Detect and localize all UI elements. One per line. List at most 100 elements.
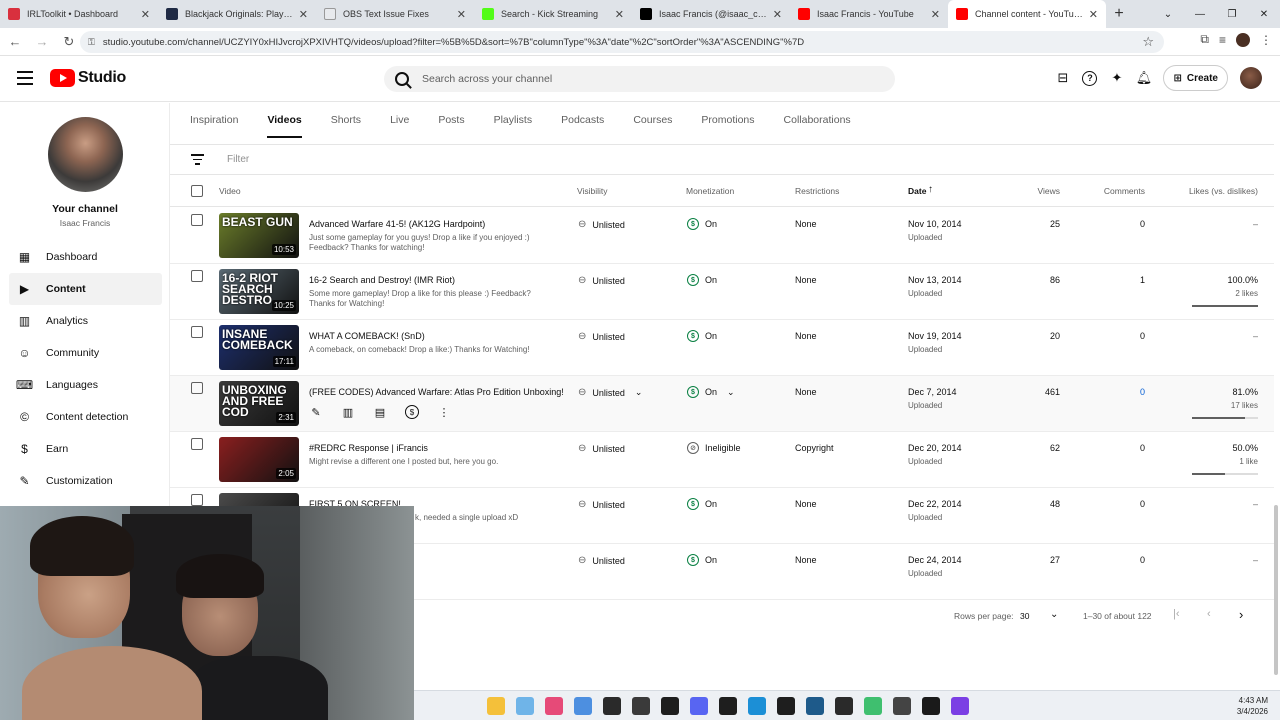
- tab-videos[interactable]: Videos: [267, 114, 302, 138]
- capcut-icon[interactable]: [661, 697, 679, 715]
- close-tab-icon[interactable]: ✕: [931, 8, 940, 21]
- close-window-button[interactable]: ✕: [1248, 0, 1280, 28]
- sidebar-item-content-detection[interactable]: © Content detection: [9, 401, 162, 433]
- sidebar-item-community[interactable]: ☺ Community: [9, 337, 162, 369]
- channel-avatar[interactable]: [48, 117, 123, 192]
- bookmark-star-icon[interactable]: ☆: [1142, 34, 1154, 50]
- sidebar-item-analytics[interactable]: ▥ Analytics: [9, 305, 162, 337]
- tab-playlists[interactable]: Playlists: [494, 114, 533, 138]
- video-title[interactable]: WHAT A COMEBACK! (SnD): [309, 331, 425, 341]
- browser-tab[interactable]: IRLToolkit • Dashboard ✕: [0, 0, 158, 28]
- video-title[interactable]: #REDRC Response | iFrancis: [309, 443, 428, 453]
- forward-button[interactable]: →: [30, 34, 54, 49]
- chevron-down-icon[interactable]: ⌄: [727, 387, 735, 398]
- feedback-icon[interactable]: ⊟: [1055, 70, 1070, 86]
- file-explorer-icon[interactable]: [487, 697, 505, 715]
- sidebar-item-content[interactable]: ▶ Content: [9, 273, 162, 305]
- new-tab-button[interactable]: +: [1106, 0, 1132, 28]
- row-checkbox[interactable]: [191, 270, 203, 282]
- more-menu-icon[interactable]: ⋮: [1260, 33, 1272, 47]
- table-row[interactable]: 2:05 #REDRC Response | iFrancis Might revi…: [170, 432, 1274, 488]
- video-title[interactable]: Advanced Warfare 41-5! (AK12G Hardpoint): [309, 219, 485, 229]
- video-title[interactable]: (FREE CODES) Advanced Warfare: Atlas Pro…: [309, 387, 564, 397]
- close-tab-icon[interactable]: ✕: [299, 8, 308, 21]
- app-icon[interactable]: [719, 697, 737, 715]
- filter-icon[interactable]: [191, 154, 204, 168]
- url-bar[interactable]: ⚿ studio.youtube.com/channel/UCZYIY0xHIJ…: [80, 31, 1164, 53]
- select-all-checkbox[interactable]: [191, 185, 203, 197]
- column-date[interactable]: Date: [908, 186, 926, 196]
- sort-ascending-icon[interactable]: ↑: [928, 184, 933, 195]
- column-restrictions[interactable]: Restrictions: [795, 186, 839, 196]
- sidebar-item-dashboard[interactable]: ▦ Dashboard: [9, 241, 162, 273]
- more-options-icon[interactable]: ⋮: [437, 405, 451, 419]
- browser-tab[interactable]: Isaac Francis - YouTube ✕: [790, 0, 948, 28]
- analytics-icon[interactable]: ▥: [341, 405, 355, 419]
- channel-title[interactable]: Your channel: [0, 203, 170, 215]
- chevron-down-icon[interactable]: ⌄: [1152, 0, 1184, 28]
- video-title[interactable]: 16-2 Search and Destroy! (IMR Riot): [309, 275, 455, 285]
- chevron-down-icon[interactable]: ⌄: [635, 387, 643, 398]
- monetization-icon[interactable]: $: [405, 405, 419, 419]
- browser-tab[interactable]: Channel content - YouTube Studio ✕: [948, 0, 1106, 28]
- close-tab-icon[interactable]: ✕: [1089, 8, 1098, 21]
- close-tab-icon[interactable]: ✕: [615, 8, 624, 21]
- browser-tab[interactable]: Search - Kick Streaming ✕: [474, 0, 632, 28]
- row-checkbox[interactable]: [191, 438, 203, 450]
- tab-promotions[interactable]: Promotions: [701, 114, 754, 138]
- close-tab-icon[interactable]: ✕: [457, 8, 466, 21]
- video-thumbnail[interactable]: UNBOXING AND FREE COD 2:31: [219, 381, 299, 426]
- edit-icon[interactable]: ✎: [309, 405, 323, 419]
- media-icon[interactable]: ≡: [1219, 33, 1226, 47]
- epic-games-icon[interactable]: [603, 697, 621, 715]
- chevron-down-icon[interactable]: ⌄: [1050, 609, 1058, 620]
- cast-icon[interactable]: ⧉: [1200, 32, 1209, 47]
- column-views[interactable]: Views: [1037, 186, 1060, 196]
- table-row[interactable]: UNBOXING AND FREE COD 2:31 (FREE CODES) Ad…: [170, 376, 1274, 432]
- tab-podcasts[interactable]: Podcasts: [561, 114, 604, 138]
- tab-live[interactable]: Live: [390, 114, 409, 138]
- app-icon[interactable]: [777, 697, 795, 715]
- table-row[interactable]: 16-2 RIOT SEARCH DESTRO 10:25 16-2 Search …: [170, 264, 1274, 320]
- tab-inspiration[interactable]: Inspiration: [190, 114, 238, 138]
- sidebar-item-earn[interactable]: $ Earn: [9, 433, 162, 465]
- column-likes[interactable]: Likes (vs. dislikes): [1189, 186, 1258, 196]
- create-button[interactable]: ⊞ Create: [1163, 65, 1228, 91]
- visibility-cell[interactable]: ⊖ Unlisted ⌄: [578, 387, 642, 398]
- next-page-icon[interactable]: ›: [1239, 607, 1243, 622]
- help-icon[interactable]: ?: [1082, 70, 1098, 86]
- column-visibility[interactable]: Visibility: [577, 186, 608, 196]
- game-icon[interactable]: [574, 697, 592, 715]
- row-checkbox[interactable]: [191, 214, 203, 226]
- bell-icon[interactable]: 🔔︎: [1136, 70, 1153, 86]
- tab-shorts[interactable]: Shorts: [331, 114, 361, 138]
- studio-logo[interactable]: Studio: [50, 69, 126, 87]
- tab-posts[interactable]: Posts: [438, 114, 464, 138]
- monetization-cell[interactable]: $ On ⌄: [687, 386, 735, 398]
- sidebar-item-languages[interactable]: ⌨ Languages: [9, 369, 162, 401]
- browser-tab[interactable]: Blackjack Originals: Play Blackjack ✕: [158, 0, 316, 28]
- close-tab-icon[interactable]: ✕: [141, 8, 150, 21]
- row-checkbox[interactable]: [191, 382, 203, 394]
- edge-icon[interactable]: [748, 697, 766, 715]
- filter-input[interactable]: Filter: [227, 154, 249, 165]
- table-row[interactable]: INSANE COMEBACK 17:11 WHAT A COMEBACK! (Sn…: [170, 320, 1274, 376]
- close-tab-icon[interactable]: ✕: [773, 8, 782, 21]
- minimize-button[interactable]: —: [1184, 0, 1216, 28]
- tab-courses[interactable]: Courses: [633, 114, 672, 138]
- back-button[interactable]: ←: [3, 34, 27, 49]
- tab-collaborations[interactable]: Collaborations: [784, 114, 851, 138]
- app-icon[interactable]: [864, 697, 882, 715]
- profile-avatar[interactable]: [1236, 32, 1250, 47]
- app-icon[interactable]: [835, 697, 853, 715]
- video-thumbnail[interactable]: 16-2 RIOT SEARCH DESTRO 10:25: [219, 269, 299, 314]
- system-clock[interactable]: 4:43 AM 3/4/2026: [1237, 695, 1268, 717]
- browser-tab[interactable]: Isaac Francis (@isaac_cf7) / X ✕: [632, 0, 790, 28]
- comments-icon[interactable]: ▤: [373, 405, 387, 419]
- column-comments[interactable]: Comments: [1104, 186, 1145, 196]
- app-icon[interactable]: [922, 697, 940, 715]
- column-monetization[interactable]: Monetization: [686, 186, 734, 196]
- page-scrollbar[interactable]: [1274, 505, 1278, 675]
- video-thumbnail[interactable]: 2:05: [219, 437, 299, 482]
- first-page-icon[interactable]: |‹: [1173, 608, 1180, 620]
